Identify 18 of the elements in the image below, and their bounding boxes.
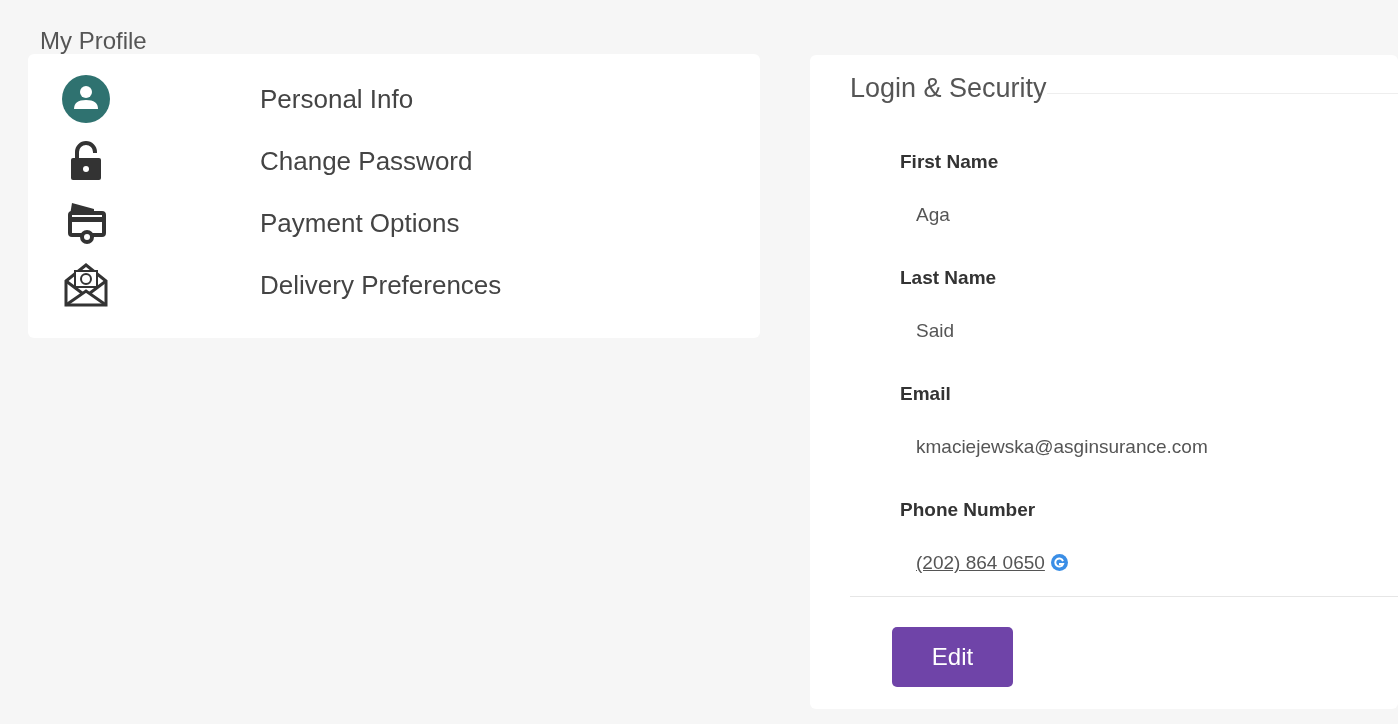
menu-item[interactable]: Personal Info [62, 68, 414, 130]
field-value: kmaciejewska@asginsurance.com [916, 435, 1208, 459]
edit-button[interactable]: Edit [892, 627, 1013, 687]
field-label: Last Name [900, 266, 997, 290]
field-label: Phone Number [900, 498, 1036, 522]
phone-link[interactable]: (202) 864 0650 [916, 548, 1045, 578]
menu-item[interactable]: Change Password [62, 130, 473, 192]
menu-item[interactable]: Delivery Preferences [62, 254, 502, 316]
menu-item[interactable]: Payment Options [62, 192, 460, 254]
email-icon [62, 261, 110, 309]
page-title: My Profile [40, 28, 148, 54]
field-value: Aga [916, 203, 950, 227]
user-icon [62, 75, 110, 123]
extension-icon[interactable] [1050, 554, 1068, 571]
field-label: Email [900, 382, 951, 406]
field-label: First Name [900, 150, 999, 174]
panel-title: Login & Security [850, 73, 1047, 104]
field-value: Said [916, 319, 955, 343]
